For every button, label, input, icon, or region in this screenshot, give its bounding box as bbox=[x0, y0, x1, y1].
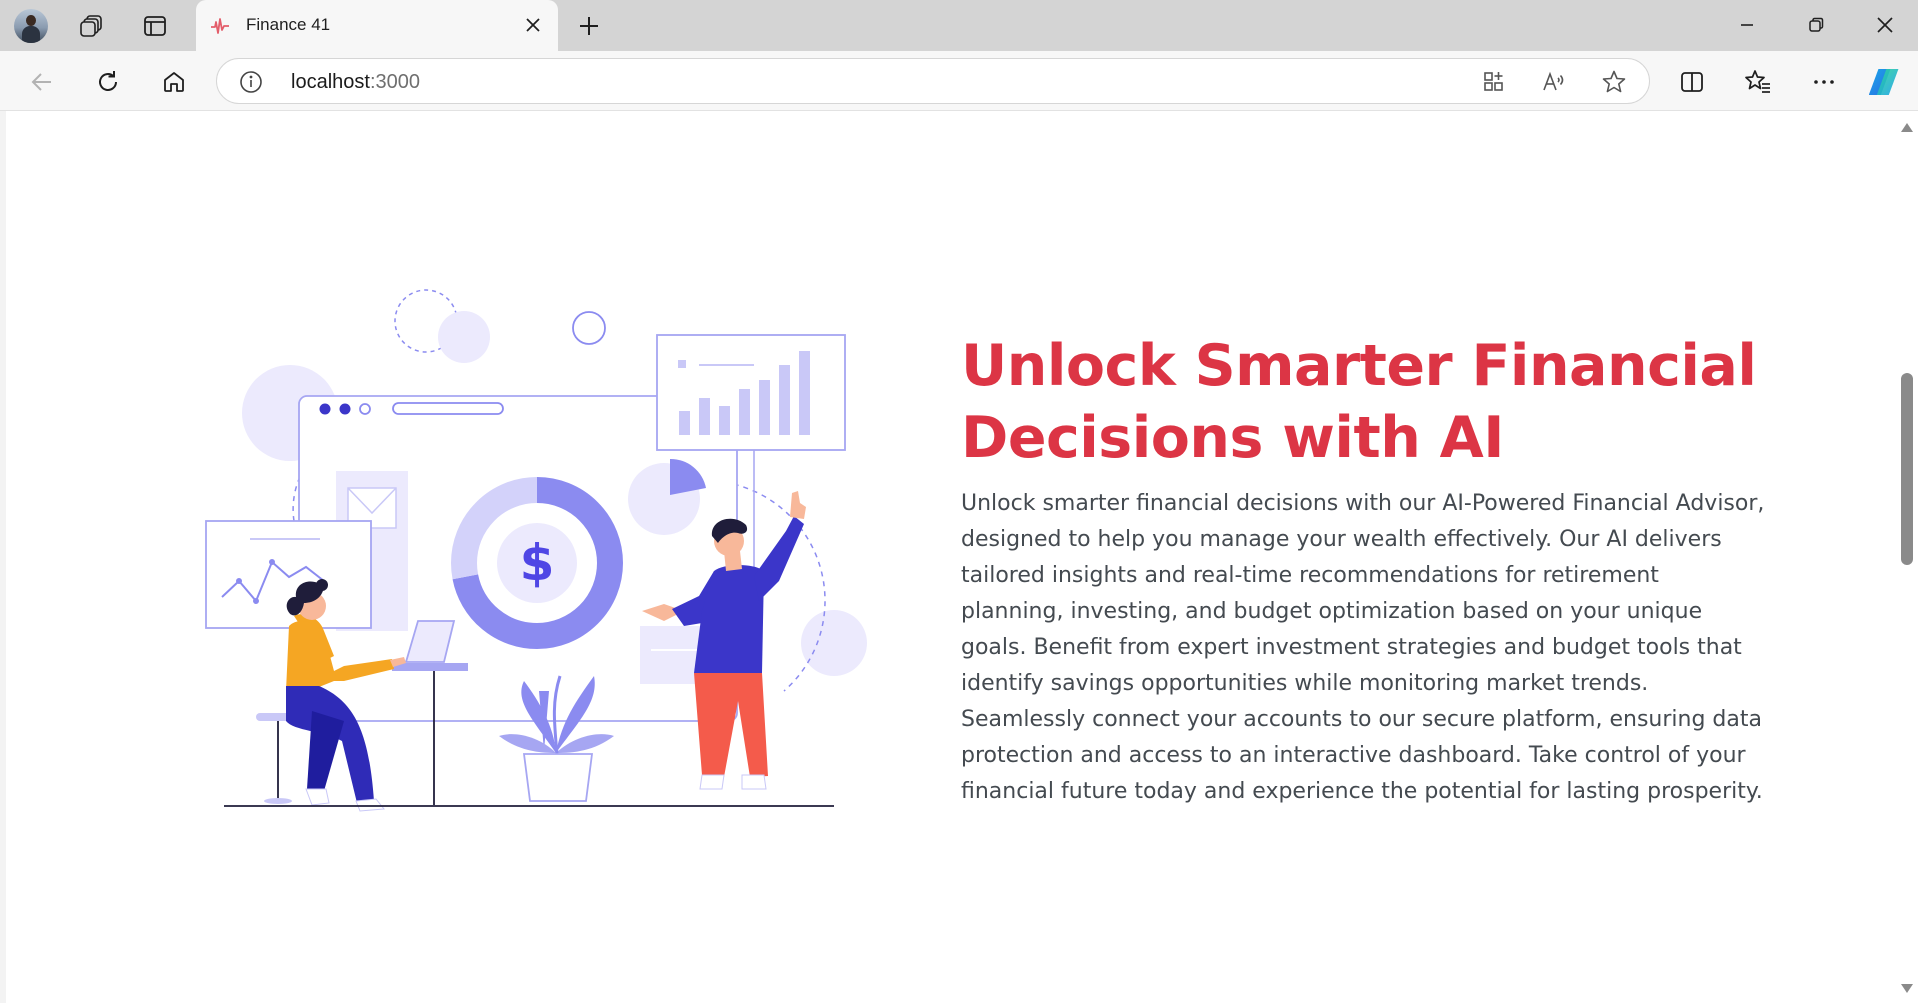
home-icon[interactable] bbox=[156, 64, 192, 100]
arrow-left-icon[interactable] bbox=[24, 64, 60, 100]
new-tab-icon[interactable] bbox=[574, 11, 604, 41]
info-icon[interactable] bbox=[239, 70, 263, 94]
more-icon[interactable] bbox=[1806, 64, 1842, 100]
apps-icon[interactable] bbox=[1481, 69, 1507, 95]
tab-title: Finance 41 bbox=[246, 15, 331, 34]
split-screen-icon[interactable] bbox=[1674, 64, 1710, 100]
url-text[interactable]: localhost:3000 bbox=[291, 71, 420, 94]
minimize-icon[interactable] bbox=[1724, 8, 1770, 42]
tab-favicon-icon bbox=[211, 18, 229, 34]
profile-avatar[interactable] bbox=[14, 9, 48, 43]
vertical-scrollbar[interactable] bbox=[1894, 111, 1918, 1003]
restore-icon[interactable] bbox=[1793, 8, 1839, 42]
close-window-icon[interactable] bbox=[1862, 8, 1908, 42]
favorites-icon[interactable] bbox=[1740, 64, 1776, 100]
url-host: localhost bbox=[291, 71, 370, 93]
workspaces-icon[interactable] bbox=[74, 8, 110, 44]
finance-illustration: $ bbox=[205, 289, 867, 812]
scroll-up-arrow-icon[interactable] bbox=[1901, 123, 1913, 132]
coin-symbol: $ bbox=[520, 534, 555, 592]
close-tab-icon[interactable] bbox=[522, 14, 544, 36]
active-tab[interactable]: Finance 41 bbox=[196, 0, 558, 51]
address-bar[interactable]: localhost:3000 bbox=[216, 58, 1650, 104]
hero-title: Unlock Smarter Financial Decisions with … bbox=[961, 333, 1757, 471]
scroll-thumb[interactable] bbox=[1901, 373, 1913, 565]
vertical-tabs-icon[interactable] bbox=[137, 8, 173, 44]
refresh-icon[interactable] bbox=[90, 64, 126, 100]
browser-toolbar: localhost:3000 bbox=[0, 51, 1918, 111]
tab-strip: Finance 41 bbox=[0, 0, 1918, 51]
hero-description: Unlock smarter financial decisions with … bbox=[961, 491, 1765, 804]
copilot-icon[interactable] bbox=[1868, 64, 1904, 100]
url-port: :3000 bbox=[369, 71, 420, 93]
read-aloud-icon[interactable] bbox=[1541, 69, 1567, 95]
star-icon[interactable] bbox=[1601, 69, 1627, 95]
scroll-down-arrow-icon[interactable] bbox=[1901, 984, 1913, 993]
